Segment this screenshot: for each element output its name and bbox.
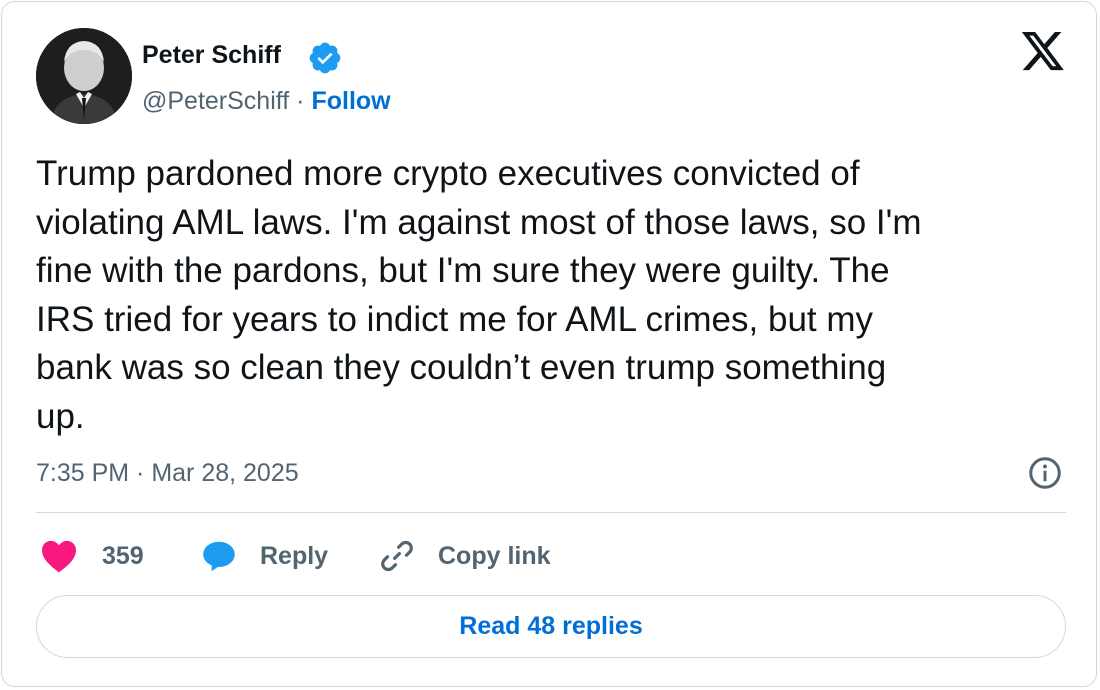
follow-button[interactable]: Follow	[311, 87, 390, 115]
like-button[interactable]: 359	[40, 534, 144, 578]
info-icon[interactable]	[1027, 455, 1063, 491]
tweet-text: Trump pardoned more crypto executives co…	[36, 154, 922, 436]
author-handle-row: @PeterSchiff · Follow	[142, 84, 391, 118]
heart-icon	[42, 540, 76, 573]
link-icon	[381, 540, 413, 572]
avatar[interactable]	[36, 28, 132, 124]
divider	[36, 512, 1066, 513]
copy-link-button[interactable]: Copy link	[378, 534, 551, 578]
tweet-card: Peter Schiff @PeterSchiff · Follow Trump…	[1, 1, 1097, 687]
avatar-image	[36, 28, 132, 124]
reply-label: Reply	[260, 541, 329, 570]
tweet-timestamp[interactable]: 7:35 PM · Mar 28, 2025	[36, 456, 299, 490]
reply-button[interactable]: Reply	[200, 534, 328, 578]
verified-badge-icon	[309, 42, 341, 74]
speech-bubble-icon	[203, 541, 235, 572]
author-handle[interactable]: @PeterSchiff	[142, 87, 289, 115]
read-replies-button[interactable]: Read 48 replies	[36, 595, 1066, 658]
author-name[interactable]: Peter Schiff	[142, 38, 281, 72]
copy-link-label: Copy link	[438, 541, 551, 570]
x-logo-icon[interactable]	[1020, 32, 1066, 74]
separator-dot: ·	[296, 87, 305, 115]
like-count: 359	[102, 541, 144, 570]
